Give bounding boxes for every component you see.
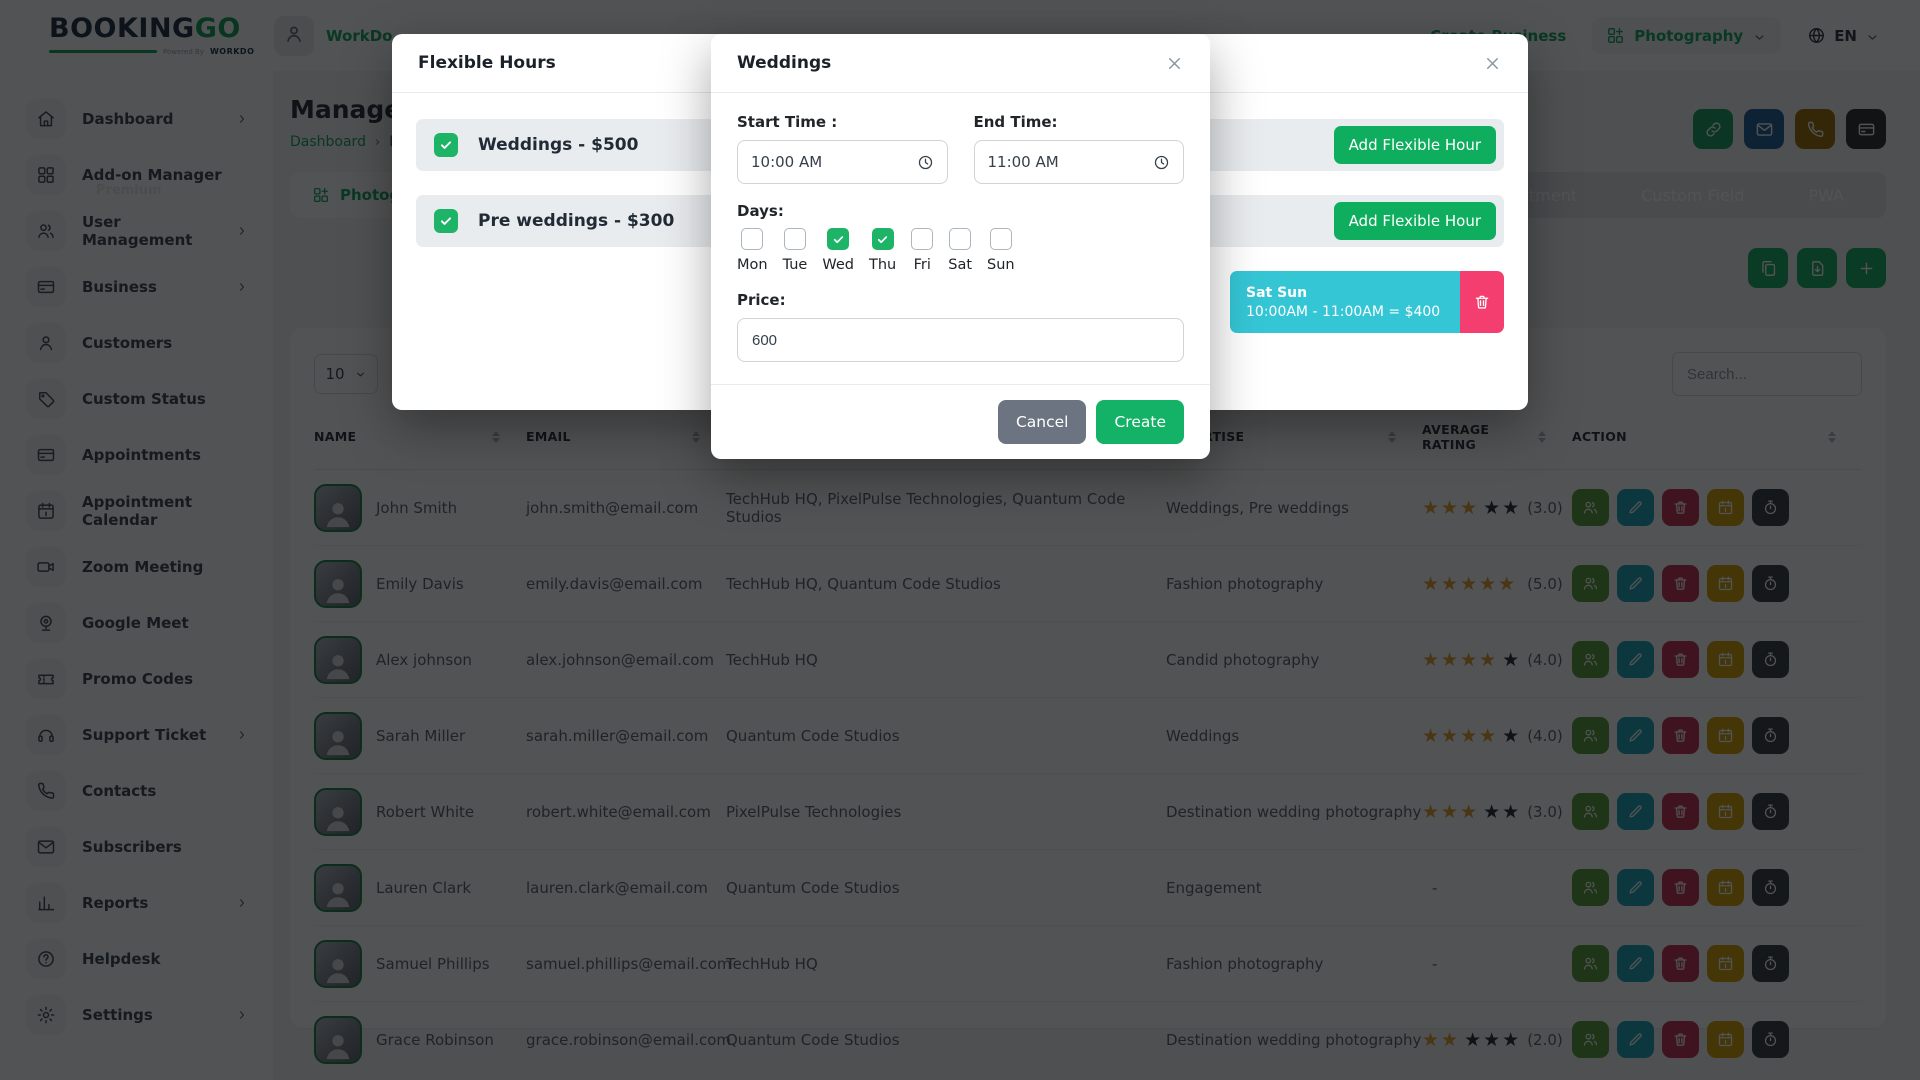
day-label: Wed bbox=[822, 257, 854, 273]
trash-icon bbox=[1473, 293, 1491, 311]
day-label: Tue bbox=[783, 257, 808, 273]
create-button[interactable]: Create bbox=[1096, 400, 1184, 444]
day-option: Fri bbox=[911, 228, 933, 273]
day-option: Wed bbox=[822, 228, 854, 273]
weddings-modal: Weddings Start Time : 10:00 AM End Time:… bbox=[711, 34, 1210, 459]
start-time-label: Start Time : bbox=[737, 113, 948, 131]
day-option: Tue bbox=[783, 228, 808, 273]
day-label: Fri bbox=[914, 257, 931, 273]
day-checkbox[interactable] bbox=[949, 228, 971, 250]
service-checkbox[interactable] bbox=[434, 133, 458, 157]
delete-slot-button[interactable] bbox=[1460, 271, 1504, 333]
price-input[interactable] bbox=[737, 318, 1184, 362]
slot-time: 10:00AM - 11:00AM = $400 bbox=[1246, 304, 1444, 320]
day-label: Sat bbox=[948, 257, 972, 273]
flexible-hours-title: Flexible Hours bbox=[418, 53, 556, 73]
day-label: Mon bbox=[737, 257, 768, 273]
flexible-slot-chip: Sat Sun 10:00AM - 11:00AM = $400 bbox=[1230, 271, 1460, 333]
check-icon bbox=[439, 138, 453, 152]
close-icon[interactable] bbox=[1483, 54, 1502, 73]
end-time-input[interactable]: 11:00 AM bbox=[974, 140, 1185, 184]
service-label: Weddings - $500 bbox=[478, 135, 638, 155]
add-flexible-hour-button[interactable]: Add Flexible Hour bbox=[1334, 202, 1496, 240]
day-checkbox[interactable] bbox=[784, 228, 806, 250]
service-checkbox[interactable] bbox=[434, 209, 458, 233]
cancel-button[interactable]: Cancel bbox=[998, 400, 1087, 444]
day-option: Sat bbox=[948, 228, 972, 273]
day-option: Sun bbox=[987, 228, 1015, 273]
day-label: Sun bbox=[987, 257, 1015, 273]
clock-icon[interactable] bbox=[1153, 154, 1170, 171]
service-label: Pre weddings - $300 bbox=[478, 211, 674, 231]
start-time-input[interactable]: 10:00 AM bbox=[737, 140, 948, 184]
clock-icon[interactable] bbox=[917, 154, 934, 171]
days-checkbox-group: Mon Tue Wed Thu Fri Sat bbox=[737, 228, 1184, 273]
price-label: Price: bbox=[737, 291, 1184, 309]
check-icon bbox=[832, 233, 845, 246]
day-option: Thu bbox=[869, 228, 896, 273]
check-icon bbox=[439, 214, 453, 228]
days-label: Days: bbox=[737, 202, 1184, 220]
day-checkbox[interactable] bbox=[911, 228, 933, 250]
end-time-label: End Time: bbox=[974, 113, 1185, 131]
slot-days: Sat Sun bbox=[1246, 285, 1444, 301]
close-icon[interactable] bbox=[1165, 54, 1184, 73]
weddings-modal-title: Weddings bbox=[737, 53, 831, 73]
day-checkbox[interactable] bbox=[990, 228, 1012, 250]
add-flexible-hour-button[interactable]: Add Flexible Hour bbox=[1334, 126, 1496, 164]
day-checkbox[interactable] bbox=[741, 228, 763, 250]
day-checkbox[interactable] bbox=[827, 228, 849, 250]
day-option: Mon bbox=[737, 228, 768, 273]
check-icon bbox=[876, 233, 889, 246]
day-label: Thu bbox=[869, 257, 896, 273]
day-checkbox[interactable] bbox=[872, 228, 894, 250]
